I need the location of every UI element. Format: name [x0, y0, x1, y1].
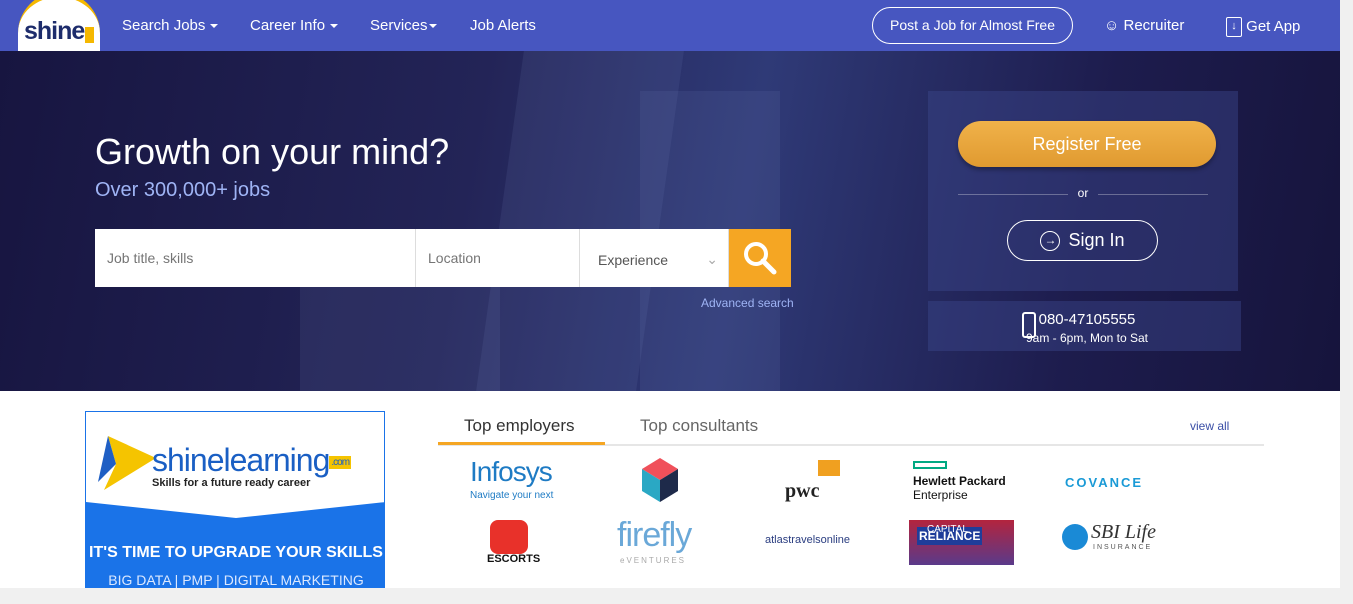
sbi-mark	[1062, 524, 1088, 550]
sign-in-icon: →	[1040, 231, 1061, 252]
logo-sbi-life[interactable]: SBI Life	[1091, 521, 1156, 544]
chevron-down-icon: ⌄	[706, 251, 718, 267]
vertical-scrollbar[interactable]	[1340, 0, 1353, 604]
or-divider: or	[958, 186, 1208, 200]
logo-firefly[interactable]: firefly	[617, 516, 692, 555]
phone-hours: 9am - 6pm, Mon to Sat	[1025, 331, 1149, 345]
nav-search-jobs[interactable]: Search Jobs	[122, 17, 219, 34]
active-tab-indicator	[438, 442, 605, 445]
search-icon	[744, 242, 777, 275]
shine-learning-logo-icon	[98, 436, 156, 490]
learning-headline: IT'S TIME TO UPGRADE YOUR SKILLS	[89, 544, 383, 561]
shine-learning-ad[interactable]: shinelearning .com Skills for a future re…	[85, 411, 385, 591]
register-button[interactable]: Register Free	[958, 121, 1216, 167]
logo-g-icon[interactable]	[642, 458, 678, 502]
nav-career-info[interactable]: Career Info	[250, 17, 339, 34]
learning-tagline: Skills for a future ready career	[152, 477, 311, 489]
experience-select[interactable]: Experience ⌄	[580, 229, 729, 287]
logo-firefly-sub: eVENTURES	[620, 556, 687, 565]
advanced-search-link[interactable]: Advanced search	[701, 296, 794, 310]
job-search-form: Experience⌄	[95, 229, 791, 287]
horizontal-scrollbar[interactable]	[0, 588, 1340, 604]
tab-top-consultants[interactable]: Top consultants	[640, 416, 758, 436]
job-title-input[interactable]	[95, 229, 416, 287]
logo-infosys-tagline: Navigate your next	[470, 490, 554, 501]
logo-reliance[interactable]: RELIANCE CAPITAL	[909, 520, 1014, 565]
logo-covance[interactable]: COVANCE	[1065, 475, 1143, 490]
contact-box: 080-47105555 9am - 6pm, Mon to Sat	[928, 301, 1241, 351]
nav-services[interactable]: Services	[370, 17, 437, 34]
register-panel: Register Free or → Sign In	[928, 91, 1238, 291]
escorts-mark	[490, 520, 528, 554]
location-input[interactable]	[416, 229, 580, 287]
search-button[interactable]	[729, 229, 791, 287]
hero-title: Growth on your mind?	[95, 131, 450, 172]
post-job-button[interactable]: Post a Job for Almost Free	[872, 7, 1073, 44]
phone-icon	[1022, 312, 1036, 338]
recruiter-link[interactable]: ☺ Recruiter	[1104, 17, 1184, 34]
chevron-down-icon	[330, 24, 339, 29]
logo-hpe[interactable]: Hewlett Packard	[913, 474, 1006, 488]
tab-top-employers[interactable]: Top employers	[464, 416, 575, 436]
learning-brand: shinelearning .com	[152, 442, 352, 478]
logo-hpe-sub: Enterprise	[913, 488, 968, 502]
chevron-down-icon	[210, 24, 219, 29]
logo-atlastravels[interactable]: atlastravelsonline	[765, 534, 850, 546]
employer-tabs: Top employers Top consultants view all	[438, 412, 1264, 446]
phone-number: 080-47105555	[1038, 311, 1136, 328]
nav-job-alerts[interactable]: Job Alerts	[470, 17, 536, 34]
download-icon: ↓	[1226, 17, 1242, 37]
logo-infosys[interactable]: Infosys	[470, 456, 553, 488]
top-nav: shine Search Jobs Career Info Services J…	[0, 0, 1340, 52]
hero-banner: Growth on your mind? Over 300,000+ jobs …	[0, 51, 1340, 391]
view-all-link[interactable]: view all	[1190, 419, 1229, 433]
logo-escorts[interactable]: ESCORTS	[487, 553, 540, 565]
learning-courses: BIG DATA | PMP | DIGITAL MARKETING	[108, 572, 364, 588]
get-app-link[interactable]: ↓ Get App	[1226, 17, 1300, 37]
hero-subtitle: Over 300,000+ jobs	[95, 179, 271, 201]
user-icon: ☺	[1104, 17, 1120, 34]
shine-logo[interactable]: shine	[18, 0, 100, 52]
logo-sbi-sub: INSURANCE	[1093, 544, 1153, 551]
hpe-mark	[913, 461, 947, 469]
sign-in-button[interactable]: → Sign In	[1007, 220, 1158, 261]
pwc-mark	[818, 460, 840, 476]
logo-pwc[interactable]: pwc	[785, 480, 819, 503]
chevron-down-icon	[428, 24, 437, 29]
